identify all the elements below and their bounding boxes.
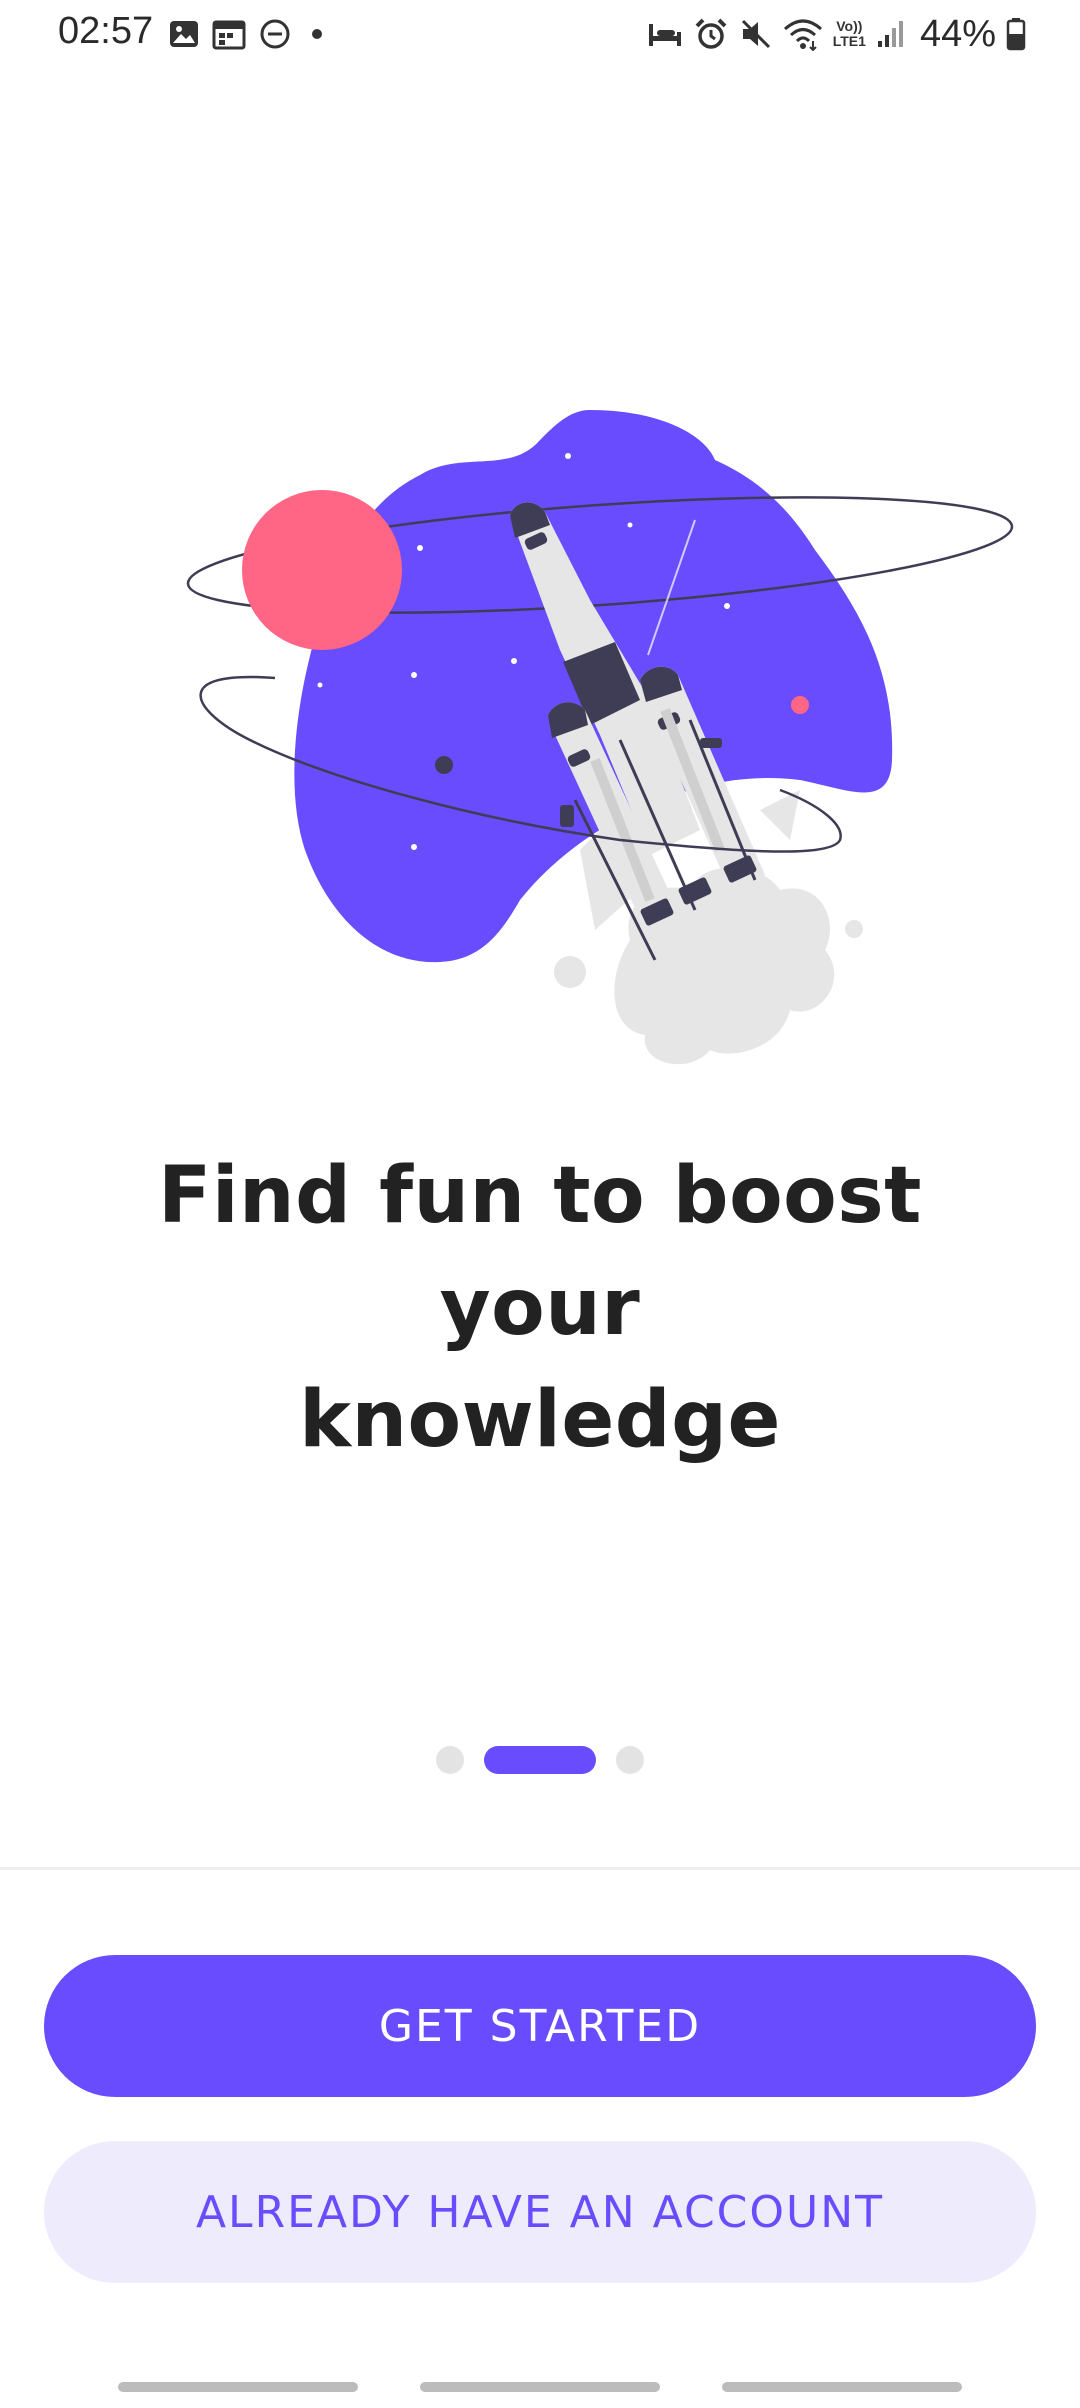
page-dot-3[interactable] [616, 1746, 644, 1774]
get-started-button[interactable]: GET STARTED [44, 1955, 1036, 2097]
rocket-launch-illustration [186, 410, 1014, 1065]
calendar-icon [212, 20, 246, 50]
status-left-icons [168, 16, 330, 52]
battery-percent: 44% [919, 12, 996, 55]
lte-label: LTE1 [832, 33, 866, 49]
headline-line-1: Find fun to boost your [158, 1151, 922, 1353]
system-nav-bar [0, 2370, 1080, 2392]
signal-icon [877, 21, 903, 47]
mute-icon [741, 19, 770, 49]
already-have-account-button[interactable]: ALREADY HAVE AN ACCOUNT [44, 2141, 1036, 2283]
page-dot-2-active[interactable] [484, 1746, 596, 1774]
dnd-icon [260, 19, 290, 49]
status-right-icons: Vo)) LTE1 44% [647, 12, 1026, 55]
sleep-icon [648, 24, 681, 46]
volte-icon: Vo)) LTE1 [833, 19, 866, 49]
nav-home-handle[interactable] [420, 2382, 660, 2392]
planet [242, 490, 402, 650]
nav-back-handle[interactable] [722, 2382, 962, 2392]
notification-dot-icon [312, 29, 322, 39]
page-indicator [0, 1745, 1080, 1775]
status-time: 02:57 [58, 10, 154, 52]
onboarding-headline: Find fun to boost your knowledge [60, 1140, 1020, 1476]
volte-label: Vo)) [836, 18, 863, 34]
wifi-icon [783, 19, 822, 51]
nav-recents-handle[interactable] [118, 2382, 358, 2392]
battery-icon [1006, 18, 1026, 51]
divider [0, 1867, 1080, 1870]
gallery-icon [170, 21, 198, 47]
page-dot-1[interactable] [436, 1746, 464, 1774]
status-bar: 02:57 Vo)) LTE1 44% [0, 0, 1080, 70]
headline-line-2: knowledge [299, 1375, 781, 1465]
alarm-icon [695, 18, 727, 49]
